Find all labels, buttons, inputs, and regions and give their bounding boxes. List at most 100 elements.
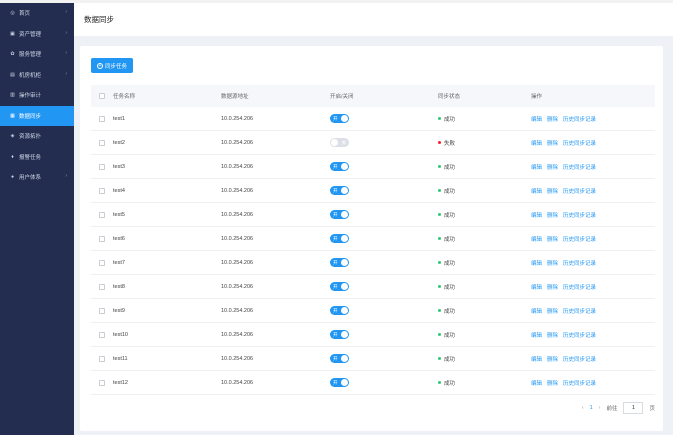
row-checkbox[interactable] <box>99 131 105 154</box>
sync-status: 成功 <box>438 371 455 394</box>
edit-link[interactable]: 编辑 <box>531 235 542 243</box>
sidebar-item-6[interactable]: ◈ 资源拓扑 <box>0 126 74 147</box>
delete-link[interactable]: 删除 <box>547 307 558 315</box>
sidebar-item-label: 数据同步 <box>19 113 42 120</box>
sidebar-item-label: 资源拓扑 <box>19 134 42 141</box>
source-address: 10.0.254.206 <box>221 355 254 362</box>
history-link[interactable]: 历史同步记录 <box>563 187 596 195</box>
edit-link[interactable]: 编辑 <box>531 331 542 339</box>
status-dot-icon <box>438 189 441 192</box>
toggle-knob <box>341 187 348 194</box>
delete-link[interactable]: 删除 <box>547 355 558 363</box>
history-link[interactable]: 历史同步记录 <box>563 283 596 291</box>
toggle-label: 开 <box>333 379 338 385</box>
history-link[interactable]: 历史同步记录 <box>563 211 596 219</box>
row-checkbox[interactable] <box>99 347 105 370</box>
row-actions: 编辑 删除 历史同步记录 <box>531 107 601 130</box>
status-dot-icon <box>438 285 441 288</box>
page-header: 数据同步 <box>74 3 673 36</box>
row-checkbox[interactable] <box>99 179 105 202</box>
edit-link[interactable]: 编辑 <box>531 187 542 195</box>
edit-link[interactable]: 编辑 <box>531 139 542 147</box>
delete-link[interactable]: 删除 <box>547 283 558 291</box>
delete-link[interactable]: 删除 <box>547 211 558 219</box>
table-row: test7 10.0.254.206 开 成功 编辑 删除 历史同步记录 <box>91 251 655 275</box>
delete-link[interactable]: 删除 <box>547 187 558 195</box>
goto-page-input[interactable]: 1 <box>623 402 644 414</box>
add-sync-task-button[interactable]: + 同步任务 <box>91 58 133 73</box>
enable-toggle[interactable]: 开 <box>330 330 349 339</box>
table-row: test3 10.0.254.206 开 成功 编辑 删除 历史同步记录 <box>91 155 655 179</box>
enable-toggle-cell: 开 <box>330 275 349 298</box>
sidebar-item-2[interactable]: ✿ 服务管理 › <box>0 44 74 65</box>
enable-toggle-cell: 开 <box>330 251 349 274</box>
edit-link[interactable]: 编辑 <box>531 115 542 123</box>
select-all-checkbox[interactable] <box>99 85 105 107</box>
enable-toggle[interactable]: 关 <box>330 138 349 147</box>
enable-toggle[interactable]: 开 <box>330 282 349 291</box>
sidebar-item-4[interactable]: ▥ 操作审计 <box>0 85 74 106</box>
sidebar-item-1[interactable]: ▣ 资产管理 › <box>0 24 74 45</box>
sidebar-item-label: 机房机柜 <box>19 72 42 79</box>
sidebar-item-5[interactable]: ▦ 数据同步 <box>0 105 74 126</box>
history-link[interactable]: 历史同步记录 <box>563 235 596 243</box>
edit-link[interactable]: 编辑 <box>531 379 542 387</box>
delete-link[interactable]: 删除 <box>547 139 558 147</box>
enable-toggle[interactable]: 开 <box>330 210 349 219</box>
delete-link[interactable]: 删除 <box>547 259 558 267</box>
row-checkbox[interactable] <box>99 155 105 178</box>
enable-toggle[interactable]: 开 <box>330 378 349 387</box>
row-actions: 编辑 删除 历史同步记录 <box>531 371 601 394</box>
prev-page-button[interactable]: ‹ <box>582 405 584 411</box>
page-number-current[interactable]: 1 <box>590 405 593 411</box>
row-checkbox[interactable] <box>99 251 105 274</box>
sidebar-item-7[interactable]: ♦ 报警任务 <box>0 147 74 168</box>
edit-link[interactable]: 编辑 <box>531 355 542 363</box>
delete-link[interactable]: 删除 <box>547 379 558 387</box>
sidebar-item-3[interactable]: ▤ 机房机柜 › <box>0 65 74 86</box>
history-link[interactable]: 历史同步记录 <box>563 379 596 387</box>
enable-toggle[interactable]: 开 <box>330 306 349 315</box>
history-link[interactable]: 历史同步记录 <box>563 331 596 339</box>
row-checkbox[interactable] <box>99 371 105 394</box>
delete-link[interactable]: 删除 <box>547 163 558 171</box>
source-address: 10.0.254.206 <box>221 139 254 146</box>
history-link[interactable]: 历史同步记录 <box>563 307 596 315</box>
row-checkbox[interactable] <box>99 203 105 226</box>
enable-toggle[interactable]: 开 <box>330 162 349 171</box>
history-link[interactable]: 历史同步记录 <box>563 163 596 171</box>
source-address: 10.0.254.206 <box>221 307 254 314</box>
edit-link[interactable]: 编辑 <box>531 283 542 291</box>
row-checkbox[interactable] <box>99 227 105 250</box>
history-link[interactable]: 历史同步记录 <box>563 115 596 123</box>
status-dot-icon <box>438 309 441 312</box>
row-checkbox[interactable] <box>99 275 105 298</box>
delete-link[interactable]: 删除 <box>547 115 558 123</box>
sync-status: 成功 <box>438 107 455 130</box>
edit-link[interactable]: 编辑 <box>531 211 542 219</box>
delete-link[interactable]: 删除 <box>547 235 558 243</box>
row-checkbox[interactable] <box>99 107 105 130</box>
edit-link[interactable]: 编辑 <box>531 307 542 315</box>
next-page-button[interactable]: › <box>599 405 601 411</box>
enable-toggle[interactable]: 开 <box>330 234 349 243</box>
sidebar-item-0[interactable]: ◎ 首页 › <box>0 3 74 24</box>
task-name: test1 <box>113 115 125 122</box>
enable-toggle[interactable]: 开 <box>330 354 349 363</box>
row-checkbox[interactable] <box>99 323 105 346</box>
edit-link[interactable]: 编辑 <box>531 163 542 171</box>
history-link[interactable]: 历史同步记录 <box>563 355 596 363</box>
enable-toggle[interactable]: 开 <box>330 258 349 267</box>
history-link[interactable]: 历史同步记录 <box>563 259 596 267</box>
delete-link[interactable]: 删除 <box>547 331 558 339</box>
row-checkbox[interactable] <box>99 299 105 322</box>
enable-toggle-cell: 开 <box>330 227 349 250</box>
sidebar-item-8[interactable]: ● 用户体系 › <box>0 167 74 188</box>
table-row: test9 10.0.254.206 开 成功 编辑 删除 历史同步记录 <box>91 299 655 323</box>
status-text: 失败 <box>444 140 456 147</box>
enable-toggle[interactable]: 开 <box>330 114 349 123</box>
history-link[interactable]: 历史同步记录 <box>563 139 596 147</box>
edit-link[interactable]: 编辑 <box>531 259 542 267</box>
column-sync-status: 同步状态 <box>438 94 461 100</box>
enable-toggle[interactable]: 开 <box>330 186 349 195</box>
